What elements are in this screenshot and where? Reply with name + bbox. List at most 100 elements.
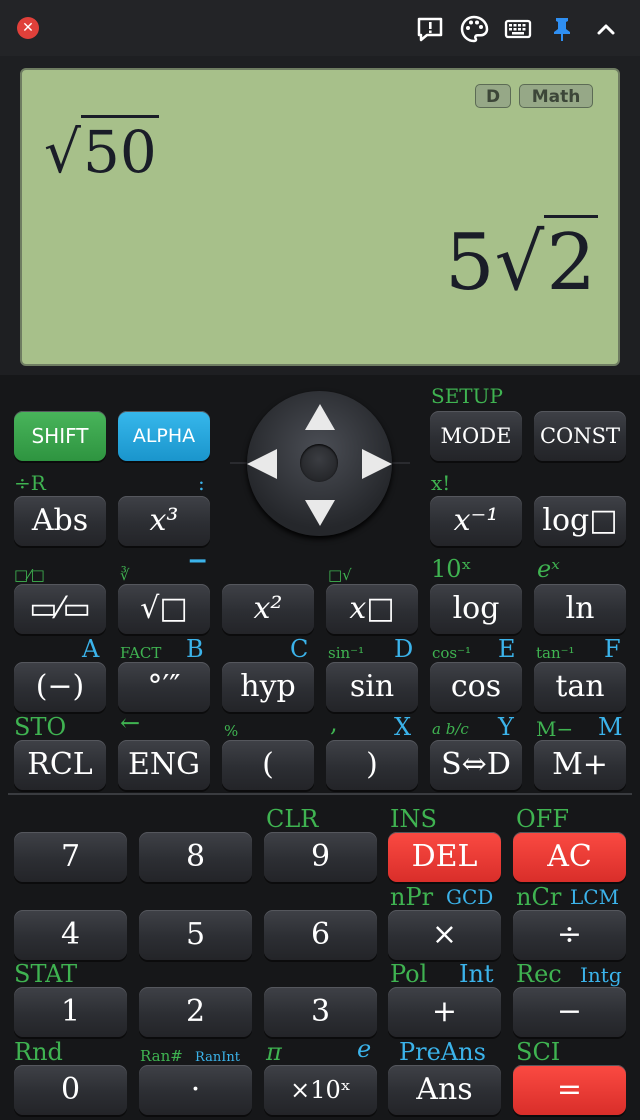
right-paren-button[interactable]: ) — [326, 740, 418, 790]
result-coefficient: 5 — [445, 218, 495, 308]
digit-6-button[interactable]: 6 — [264, 910, 377, 960]
digit-3-button[interactable]: 3 — [264, 987, 377, 1037]
eng-button[interactable]: ENG — [118, 740, 210, 790]
x-power-button[interactable]: x□ — [326, 584, 418, 634]
colon-label: : — [198, 471, 205, 495]
hyp-button[interactable]: hyp — [222, 662, 314, 712]
pi-label: π — [266, 1038, 282, 1066]
dms-button[interactable]: °′″ — [118, 662, 210, 712]
comma-label: , — [330, 709, 338, 737]
gcd-label: GCD — [446, 885, 494, 909]
arrow-down-icon[interactable] — [305, 500, 335, 526]
var-a-label: A — [82, 635, 100, 663]
x-cubed-button[interactable]: x³ — [118, 496, 210, 546]
e-power-label: eˣ — [537, 555, 560, 583]
dpad-center[interactable] — [300, 444, 338, 482]
palette-icon[interactable] — [459, 14, 489, 44]
arrow-right-icon[interactable] — [362, 449, 392, 479]
plus-button[interactable]: + — [388, 987, 501, 1037]
result-value: 5√2 — [445, 215, 598, 308]
keypad-divider — [8, 793, 632, 795]
sqrt-icon: √ — [494, 218, 545, 308]
var-e-label: E — [498, 635, 516, 663]
minus-button[interactable]: − — [513, 987, 626, 1037]
ins-label: INS — [390, 805, 437, 833]
multiply-button[interactable]: × — [388, 910, 501, 960]
arrow-left-icon[interactable] — [247, 449, 277, 479]
keyboard-icon[interactable] — [503, 14, 533, 44]
ac-button[interactable]: AC — [513, 832, 626, 882]
e-const-label: e — [357, 1035, 372, 1063]
rcl-button[interactable]: RCL — [14, 740, 106, 790]
abs-button[interactable]: Abs — [14, 496, 106, 546]
close-icon[interactable]: ✕ — [17, 17, 39, 39]
sin-button[interactable]: sin — [326, 662, 418, 712]
ncr-label: nCr — [516, 883, 562, 911]
ten-power-label: 10ˣ — [431, 555, 472, 583]
digit-7-button[interactable]: 7 — [14, 832, 127, 882]
feedback-icon[interactable] — [415, 14, 445, 44]
ln-button[interactable]: ln — [534, 584, 626, 634]
x-squared-button[interactable]: x² — [222, 584, 314, 634]
stat-label: STAT — [14, 960, 78, 988]
sto-label: STO — [14, 713, 67, 741]
var-y-label: Y — [498, 713, 514, 741]
digit-0-button[interactable]: 0 — [14, 1065, 127, 1115]
mode-button[interactable]: MODE — [430, 411, 522, 461]
rnd-label: Rnd — [14, 1038, 63, 1066]
npr-label: nPr — [390, 883, 434, 911]
digit-8-button[interactable]: 8 — [139, 832, 252, 882]
digit-4-button[interactable]: 4 — [14, 910, 127, 960]
chevron-up-icon[interactable] — [591, 14, 621, 44]
clr-label: CLR — [266, 805, 319, 833]
arrow-up-icon[interactable] — [305, 404, 335, 430]
pol-label: Pol — [390, 960, 428, 988]
result-radicand: 2 — [544, 215, 598, 308]
del-button[interactable]: DEL — [388, 832, 501, 882]
intg-label: Intg — [580, 963, 622, 987]
var-b-label: B — [186, 635, 204, 663]
var-x-label: X — [394, 713, 412, 741]
negative-button[interactable]: (−) — [14, 662, 106, 712]
decimal-button[interactable]: · — [139, 1065, 252, 1115]
fraction-button[interactable]: ▭⁄▭ — [14, 584, 106, 634]
input-expression: √50 — [44, 115, 159, 186]
s-d-button[interactable]: S⇔D — [430, 740, 522, 790]
digit-5-button[interactable]: 5 — [139, 910, 252, 960]
var-m-label: M — [598, 713, 623, 741]
sci-label: SCI — [516, 1038, 561, 1066]
alpha-button[interactable]: ALPHA — [118, 411, 210, 461]
abc-label: a b/c — [432, 720, 469, 738]
equals-button[interactable]: = — [513, 1065, 626, 1115]
divide-button[interactable]: ÷ — [513, 910, 626, 960]
lcd-display: D Math √50 5√2 — [20, 68, 620, 366]
log-button[interactable]: log — [430, 584, 522, 634]
ans-button[interactable]: Ans — [388, 1065, 501, 1115]
digit-2-button[interactable]: 2 — [139, 987, 252, 1037]
tan-button[interactable]: tan — [534, 662, 626, 712]
sqrt-button[interactable]: √□ — [118, 584, 210, 634]
lcm-label: LCM — [570, 885, 620, 909]
shift-button[interactable]: SHIFT — [14, 411, 106, 461]
expression-radicand: 50 — [80, 115, 159, 186]
rec-label: Rec — [516, 960, 562, 988]
left-paren-button[interactable]: ( — [222, 740, 314, 790]
setup-label: SETUP — [431, 384, 503, 408]
m-minus-label: M− — [536, 717, 574, 741]
digit-1-button[interactable]: 1 — [14, 987, 127, 1037]
x-inverse-button[interactable]: x⁻¹ — [430, 496, 522, 546]
var-d-label: D — [394, 635, 414, 663]
pin-icon[interactable] — [547, 14, 577, 44]
m-plus-button[interactable]: M+ — [534, 740, 626, 790]
angle-mode-badge: D — [475, 84, 511, 108]
left-arrow-label: ← — [120, 709, 141, 737]
log-base-button[interactable]: log□ — [534, 496, 626, 546]
const-button[interactable]: CONST — [534, 411, 626, 461]
preans-label: PreAns — [399, 1038, 486, 1066]
sqrt-icon: √ — [44, 118, 81, 186]
off-label: OFF — [516, 805, 569, 833]
exp10-button[interactable]: ×10ˣ — [264, 1065, 377, 1115]
digit-9-button[interactable]: 9 — [264, 832, 377, 882]
var-c-label: C — [290, 635, 309, 663]
cos-button[interactable]: cos — [430, 662, 522, 712]
